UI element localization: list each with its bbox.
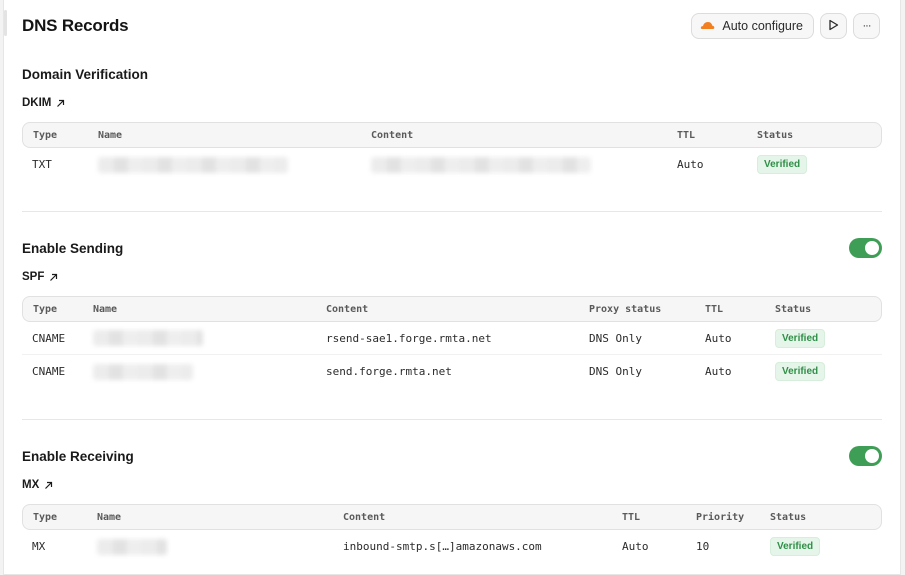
- column-header: Content: [333, 504, 612, 530]
- column-header: Status: [760, 504, 882, 530]
- status-badge: Verified: [775, 328, 826, 348]
- cloudflare-icon: [700, 19, 715, 33]
- record-status: Verified: [747, 148, 882, 181]
- record-ttl: Auto: [677, 158, 704, 171]
- redacted-name: [97, 538, 167, 555]
- redacted-content: [371, 156, 591, 173]
- record-status: Verified: [760, 530, 882, 563]
- record-name: [88, 148, 361, 181]
- table-row: TXT Auto Verified: [22, 148, 882, 181]
- status-badge: Verified: [770, 537, 821, 556]
- redacted-name: [98, 156, 288, 173]
- column-header: Status: [765, 296, 882, 322]
- record-name: [87, 530, 333, 563]
- record-status: Verified: [765, 355, 882, 388]
- dkim-link-label: DKIM: [22, 97, 52, 109]
- record-type: CNAME: [22, 322, 83, 355]
- record-priority: 10: [696, 540, 710, 553]
- dns-records-card: DNS Records Auto configure ··· Domain Ve…: [3, 0, 901, 575]
- table-header-row: Type Name Content TTL Priority Status: [22, 504, 882, 530]
- column-header: Type: [22, 296, 83, 322]
- column-header: TTL: [667, 122, 747, 148]
- scroll-indicator: [4, 10, 7, 36]
- record-content: inbound-smtp.s[…]amazonaws.com: [343, 540, 542, 553]
- spf-link[interactable]: SPF: [22, 271, 882, 283]
- record-content: rsend-sae1.forge.rmta.net: [316, 322, 579, 355]
- column-header: TTL: [695, 296, 765, 322]
- redacted-name: [93, 363, 193, 380]
- play-button[interactable]: [820, 13, 847, 39]
- header-actions: Auto configure ···: [691, 13, 880, 39]
- dkim-link[interactable]: DKIM: [22, 97, 882, 109]
- record-ttl: Auto: [622, 540, 649, 553]
- column-header: TTL: [612, 504, 686, 530]
- page-title: DNS Records: [22, 16, 129, 35]
- redacted-name: [93, 330, 203, 346]
- more-options-button[interactable]: ···: [853, 13, 880, 39]
- record-name: [83, 322, 316, 355]
- column-header: Name: [83, 296, 316, 322]
- external-link-icon: [45, 481, 53, 489]
- column-header: Content: [316, 296, 579, 322]
- play-icon: [828, 19, 839, 34]
- record-content: send.forge.rmta.net: [326, 365, 452, 378]
- status-badge: Verified: [757, 155, 808, 174]
- domain-verification-section: Domain Verification DKIM Type Name Conte…: [22, 67, 882, 181]
- section-divider: [22, 211, 882, 212]
- table-row: MX inbound-smtp.s[…]amazonaws.com Auto 1…: [22, 530, 882, 563]
- record-ttl: Auto: [705, 365, 732, 378]
- external-link-icon: [50, 273, 58, 281]
- section-title-receiving: Enable Receiving: [22, 449, 134, 464]
- record-content: [361, 148, 667, 181]
- external-link-icon: [57, 99, 65, 107]
- sending-section: Enable Sending SPF Type Name Content Pro…: [22, 238, 882, 388]
- spf-table: Type Name Content Proxy status TTL Statu…: [22, 296, 882, 388]
- column-header: Name: [87, 504, 333, 530]
- auto-configure-button[interactable]: Auto configure: [691, 13, 814, 39]
- receiving-section: Enable Receiving MX Type Name Content TT…: [22, 446, 882, 563]
- sending-toggle[interactable]: [849, 238, 882, 258]
- record-type: TXT: [32, 158, 52, 171]
- dkim-table: Type Name Content TTL Status TXT Auto Ve…: [22, 122, 882, 181]
- section-divider: [22, 419, 882, 420]
- column-header: Type: [22, 504, 87, 530]
- mx-table: Type Name Content TTL Priority Status MX…: [22, 504, 882, 563]
- column-header: Status: [747, 122, 882, 148]
- record-ttl: Auto: [695, 322, 765, 355]
- section-title-sending: Enable Sending: [22, 241, 124, 256]
- table-header-row: Type Name Content TTL Status: [22, 122, 882, 148]
- record-type: CNAME: [32, 365, 66, 378]
- column-header: Priority: [686, 504, 760, 530]
- section-title-domain-verification: Domain Verification: [22, 67, 149, 82]
- record-status: Verified: [765, 322, 882, 355]
- receiving-toggle[interactable]: [849, 446, 882, 466]
- record-proxy-status: DNS Only: [589, 365, 642, 378]
- more-icon: ···: [862, 20, 872, 32]
- record-type: MX: [32, 540, 46, 553]
- table-header-row: Type Name Content Proxy status TTL Statu…: [22, 296, 882, 322]
- table-row: CNAME rsend-sae1.forge.rmta.net DNS Only…: [22, 322, 882, 355]
- card-header: DNS Records Auto configure ···: [22, 12, 880, 40]
- column-header: Name: [88, 122, 361, 148]
- spf-link-label: SPF: [22, 271, 45, 283]
- column-header: Type: [22, 122, 88, 148]
- column-header: Content: [361, 122, 667, 148]
- mx-link-label: MX: [22, 479, 40, 491]
- record-name: [83, 355, 316, 388]
- toggle-knob: [865, 241, 879, 255]
- mx-link[interactable]: MX: [22, 479, 882, 491]
- column-header: Proxy status: [579, 296, 695, 322]
- auto-configure-label: Auto configure: [722, 19, 803, 33]
- toggle-knob: [865, 449, 879, 463]
- record-proxy-status: DNS Only: [579, 322, 695, 355]
- status-badge: Verified: [775, 362, 826, 381]
- table-row: CNAME send.forge.rmta.net DNS Only Auto …: [22, 355, 882, 388]
